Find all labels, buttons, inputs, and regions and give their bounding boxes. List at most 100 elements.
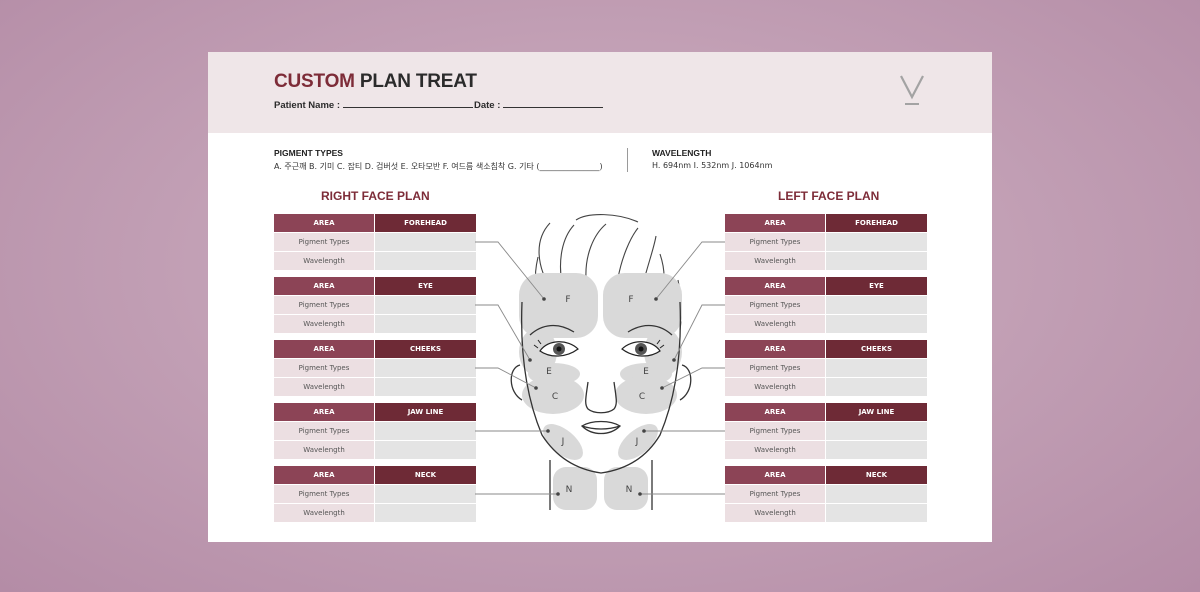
entry-field[interactable] [375, 485, 476, 503]
entry-field[interactable] [826, 252, 927, 270]
pigment-types-row: Pigment Types [274, 296, 476, 315]
area-header-row: AREA NECK [274, 466, 476, 485]
area-header-row: AREA CHEEKS [274, 340, 476, 359]
pigment-types-row: Pigment Types [274, 233, 476, 252]
right-area-table: AREA CHEEKS Pigment Types Wavelength [274, 340, 476, 397]
entry-field[interactable] [826, 422, 927, 440]
row-label: Wavelength [274, 315, 374, 333]
zone-label-cheek-right: C [552, 392, 558, 402]
zone-label-jaw-left: J [635, 437, 639, 447]
entry-field[interactable] [375, 504, 476, 522]
row-label: Wavelength [274, 252, 374, 270]
pigment-types-options: A. 주근깨 B. 기미 C. 잡티 D. 검버섯 E. 오타모반 F. 여드름… [274, 162, 603, 171]
area-header-row: AREA FOREHEAD [274, 214, 476, 233]
area-label: AREA [725, 340, 825, 358]
wavelength-row: Wavelength [274, 378, 476, 397]
wavelength-row: Wavelength [274, 504, 476, 523]
wavelength-label: WAVELENGTH [652, 148, 712, 158]
area-label: AREA [274, 466, 374, 484]
entry-field[interactable] [826, 233, 927, 251]
area-name: FOREHEAD [826, 214, 927, 232]
area-header-row: AREA EYE [274, 277, 476, 296]
entry-field[interactable] [375, 422, 476, 440]
zone-forehead-left[interactable] [603, 273, 682, 338]
area-name: CHEEKS [826, 340, 927, 358]
title-rest: PLAN TREAT [354, 71, 477, 92]
wavelength-row: Wavelength [725, 315, 927, 334]
date-field[interactable] [503, 99, 604, 108]
wavelength-row: Wavelength [274, 252, 476, 271]
info-divider [627, 148, 628, 172]
left-area-table: AREA NECK Pigment Types Wavelength [725, 466, 927, 523]
entry-field[interactable] [826, 315, 927, 333]
entry-field[interactable] [826, 504, 927, 522]
patient-name-field[interactable] [343, 99, 473, 108]
row-label: Wavelength [725, 504, 825, 522]
entry-field[interactable] [375, 296, 476, 314]
zone-cheek-left[interactable] [615, 376, 677, 414]
date-label: Date : [474, 100, 501, 111]
row-label: Pigment Types [725, 485, 825, 503]
left-area-table: AREA JAW LINE Pigment Types Wavelength [725, 403, 927, 460]
area-label: AREA [725, 403, 825, 421]
area-label: AREA [725, 466, 825, 484]
area-label: AREA [725, 214, 825, 232]
area-name: JAW LINE [375, 403, 476, 421]
wavelength-row: Wavelength [725, 441, 927, 460]
pigment-types-label: PIGMENT TYPES [274, 148, 343, 158]
area-label: AREA [274, 277, 374, 295]
treatment-zones [519, 273, 682, 510]
pigment-types-row: Pigment Types [274, 359, 476, 378]
pigment-types-row: Pigment Types [725, 233, 927, 252]
patient-name-line: Patient Name : [274, 99, 473, 111]
area-label: AREA [274, 340, 374, 358]
zone-label-eye-left: E [643, 367, 649, 377]
entry-field[interactable] [826, 378, 927, 396]
row-label: Wavelength [274, 441, 374, 459]
area-header-row: AREA JAW LINE [725, 403, 927, 422]
date-line: Date : [474, 99, 604, 111]
entry-field[interactable] [826, 359, 927, 377]
zone-neck-right[interactable] [553, 467, 597, 510]
entry-field[interactable] [375, 252, 476, 270]
wavelength-row: Wavelength [274, 315, 476, 334]
row-label: Wavelength [725, 252, 825, 270]
area-name: NECK [375, 466, 476, 484]
entry-field[interactable] [826, 485, 927, 503]
area-name: JAW LINE [826, 403, 927, 421]
left-face-plan-title: LEFT FACE PLAN [778, 189, 880, 203]
row-label: Pigment Types [725, 422, 825, 440]
area-header-row: AREA NECK [725, 466, 927, 485]
area-label: AREA [274, 403, 374, 421]
zone-label-neck-left: N [626, 485, 633, 495]
pigment-types-row: Pigment Types [725, 422, 927, 441]
left-area-table: AREA FOREHEAD Pigment Types Wavelength [725, 214, 927, 271]
row-label: Wavelength [725, 315, 825, 333]
entry-field[interactable] [826, 441, 927, 459]
pigment-types-row: Pigment Types [725, 296, 927, 315]
area-header-row: AREA CHEEKS [725, 340, 927, 359]
brand-logo-icon: V [900, 75, 924, 105]
left-area-table: AREA EYE Pigment Types Wavelength [725, 277, 927, 334]
area-name: FOREHEAD [375, 214, 476, 232]
wavelength-row: Wavelength [274, 441, 476, 460]
zone-label-jaw-right: J [561, 437, 565, 447]
area-header-row: AREA JAW LINE [274, 403, 476, 422]
pigment-types-row: Pigment Types [274, 422, 476, 441]
row-label: Pigment Types [274, 233, 374, 251]
entry-field[interactable] [375, 315, 476, 333]
wavelength-row: Wavelength [725, 378, 927, 397]
pigment-types-row: Pigment Types [725, 485, 927, 504]
row-label: Wavelength [274, 504, 374, 522]
row-label: Pigment Types [725, 359, 825, 377]
row-label: Pigment Types [274, 296, 374, 314]
row-label: Pigment Types [725, 296, 825, 314]
entry-field[interactable] [375, 441, 476, 459]
right-area-table: AREA FOREHEAD Pigment Types Wavelength [274, 214, 476, 271]
entry-field[interactable] [826, 296, 927, 314]
entry-field[interactable] [375, 359, 476, 377]
entry-field[interactable] [375, 378, 476, 396]
area-name: CHEEKS [375, 340, 476, 358]
row-label: Pigment Types [274, 485, 374, 503]
entry-field[interactable] [375, 233, 476, 251]
